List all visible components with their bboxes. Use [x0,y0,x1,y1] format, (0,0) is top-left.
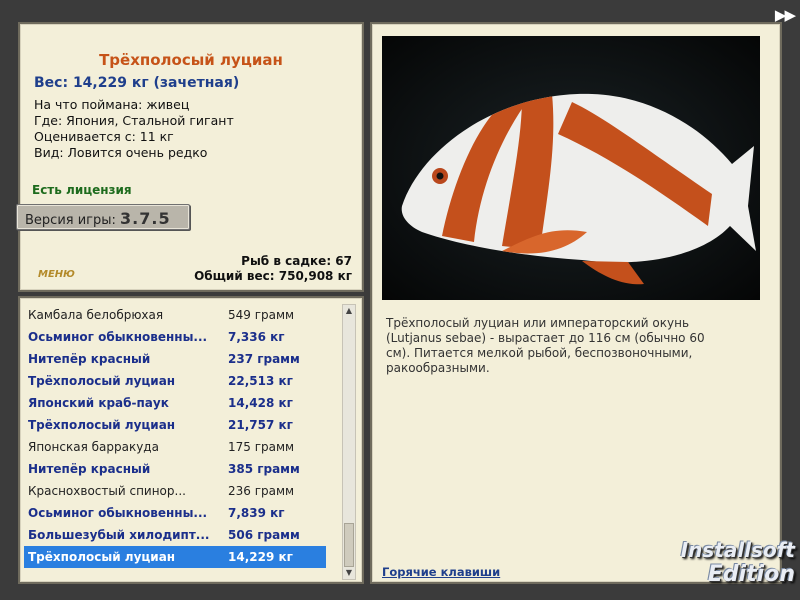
fish-weight: Вес: 14,229 кг (зачетная) [34,75,240,91]
list-item[interactable]: Большезубый хилодипт... 506 грамм [24,524,326,546]
fish-photo [382,36,760,300]
catch-weight: 7,839 кг [228,506,285,520]
scroll-down-icon[interactable]: ▼ [343,567,355,579]
catch-weight: 21,757 кг [228,418,293,432]
catch-weight: 14,229 кг [228,550,293,564]
scroll-thumb[interactable] [344,523,354,567]
fish-image [382,36,760,300]
catch-name: Краснохвостый спинор... [28,484,186,498]
catch-weight: 236 грамм [228,484,295,498]
installsoft-watermark: Installsoft Edition [640,530,795,590]
caught-on-label: На что поймана: живец [34,97,190,112]
version-label: Версия игры: [25,213,116,228]
valued-from-label: Оценивается с: 11 кг [34,129,174,144]
game-version-badge: Версия игры: 3.7.5 [16,204,190,230]
hotkeys-link[interactable]: Горячие клавиши [382,565,500,579]
list-item[interactable]: Трёхполосый луциан 14,229 кг [24,546,326,568]
rarity-label: Вид: Ловится очень редко [34,145,208,160]
catch-weight: 175 грамм [228,440,295,454]
catch-name: Нитепёр красный [28,352,151,366]
catch-name: Осьминог обыкновенны... [28,506,208,520]
fish-info-panel: Трёхполосый луциан Вес: 14,229 кг (зачет… [16,22,364,292]
list-item[interactable]: Японская барракуда 175 грамм [24,436,326,458]
list-item[interactable]: Осьминог обыкновенны... 7,336 кг [24,326,326,348]
list-item[interactable]: Трёхполосый луциан 21,757 кг [24,414,326,436]
fish-title: Трёхполосый луциан [99,51,283,69]
list-item[interactable]: Нитепёр красный 237 грамм [24,348,326,370]
catch-list-panel: Камбала белобрюхая 549 грамм Осьминог обык… [18,296,364,584]
catch-name: Трёхполосый луциан [28,418,176,432]
total-weight: Общий вес: 750,908 кг [194,269,352,283]
menu-button[interactable]: МЕНЮ [38,269,75,281]
fish-description: Трёхполосый луциан или императорский оку… [386,316,705,375]
catch-weight: 385 грамм [228,462,300,476]
version-number: 3.7.5 [120,209,171,228]
catch-name: Трёхполосый луциан [28,374,176,388]
catch-name: Большезубый хилодипт... [28,528,210,542]
catch-name: Трёхполосый луциан [28,550,176,564]
list-scrollbar[interactable]: ▲ ▼ [342,304,356,580]
catch-weight: 14,428 кг [228,396,293,410]
list-item[interactable]: Краснохвостый спинор... 236 грамм [24,480,326,502]
catch-name: Камбала белобрюхая [28,308,164,322]
catch-name: Осьминог обыкновенны... [28,330,208,344]
catch-weight: 22,513 кг [228,374,293,388]
catch-name: Японский краб-паук [28,396,169,410]
list-item[interactable]: Осьминог обыкновенны... 7,839 кг [24,502,326,524]
list-item[interactable]: Нитепёр красный 385 грамм [24,458,326,480]
fish-detail-panel: Трёхполосый луциан или императорский оку… [370,22,782,584]
catch-name: Японская барракуда [28,440,159,454]
list-item[interactable]: Камбала белобрюхая 549 грамм [24,304,326,326]
keepnet-count: Рыб в садке: 67 [241,254,352,268]
location-label: Где: Япония, Стальной гигант [34,113,234,128]
list-item[interactable]: Японский краб-паук 14,428 кг [24,392,326,414]
license-status: Есть лицензия [32,183,132,197]
catch-weight: 506 грамм [228,528,300,542]
scroll-up-icon[interactable]: ▲ [343,305,355,317]
catch-weight: 549 грамм [228,308,295,322]
list-item[interactable]: Трёхполосый луциан 22,513 кг [24,370,326,392]
catch-weight: 7,336 кг [228,330,285,344]
catch-weight: 237 грамм [228,352,300,366]
app-window: ▶▶ Трёхполосый луциан Вес: 14,229 кг (за… [0,0,800,600]
watermark-line2: Edition [707,562,795,587]
catch-name: Нитепёр красный [28,462,151,476]
watermark-line1: Installsoft [680,538,795,562]
